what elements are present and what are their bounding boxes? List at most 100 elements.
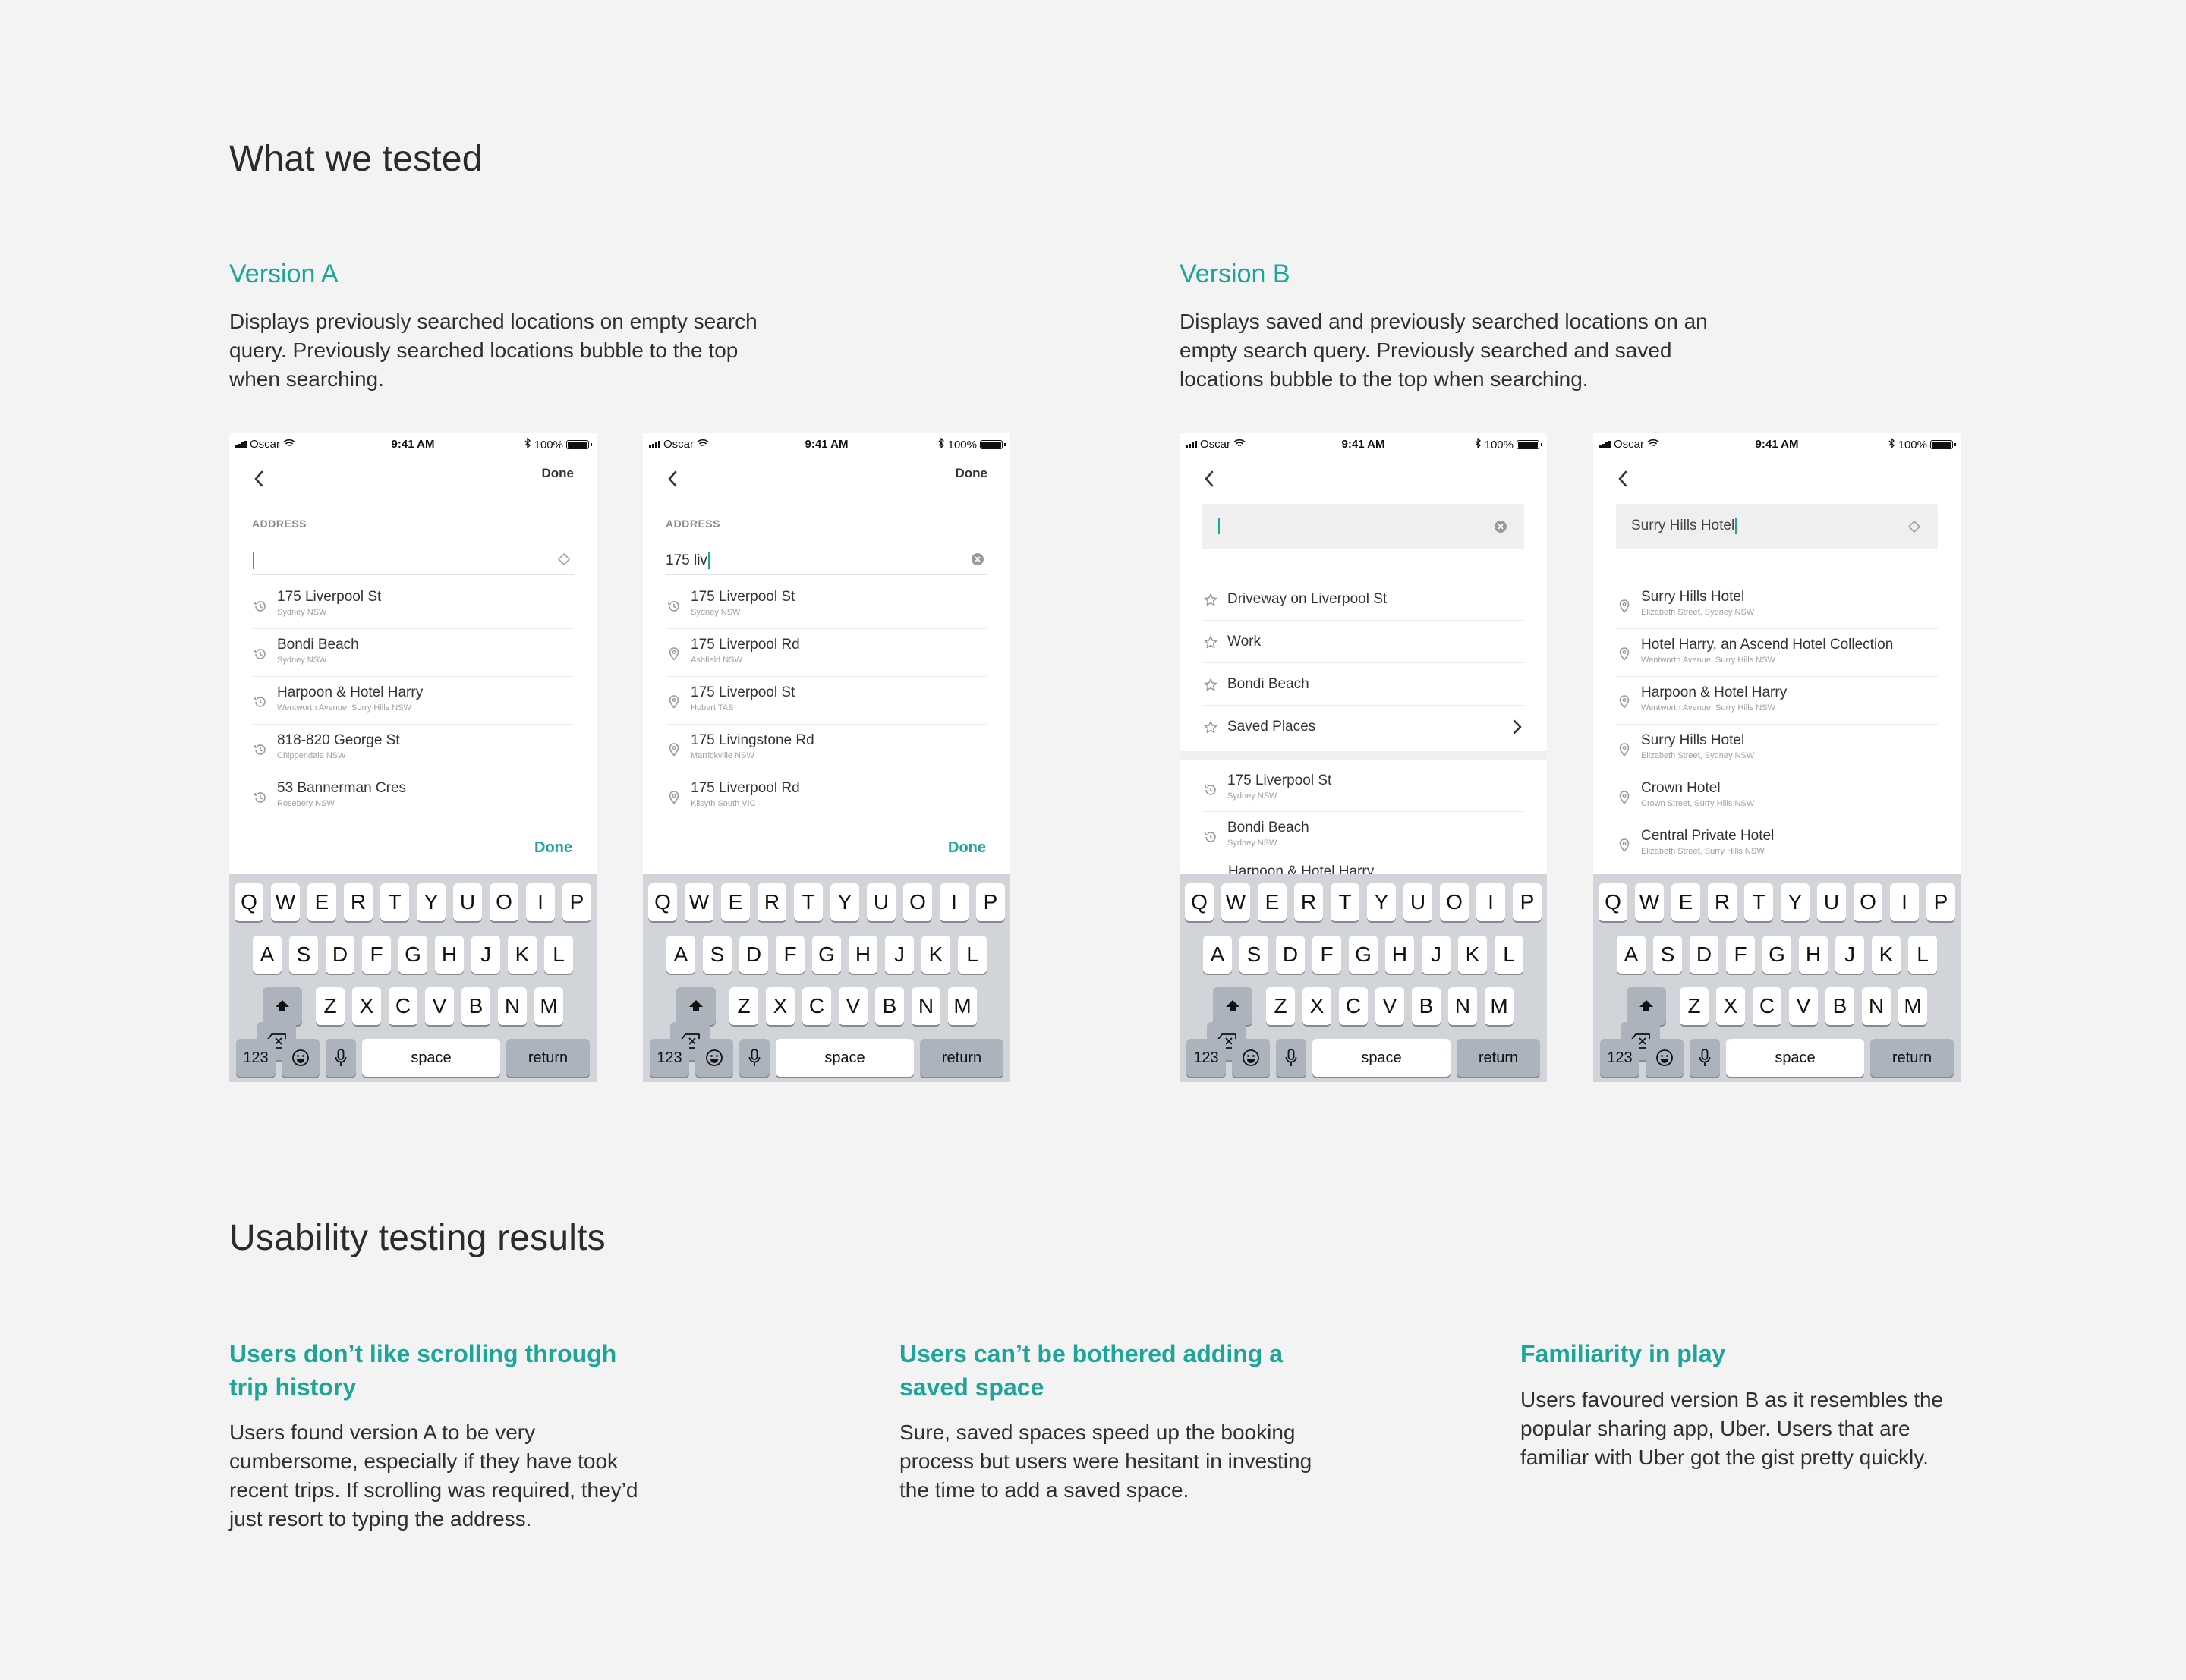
key-letter[interactable]: M bbox=[1485, 987, 1514, 1025]
key-letter[interactable]: O bbox=[1440, 883, 1469, 921]
return-key[interactable]: return bbox=[1870, 1039, 1954, 1077]
list-item[interactable]: 818-820 George St Chippendale NSW bbox=[252, 725, 574, 772]
key-letter[interactable]: P bbox=[976, 883, 1005, 921]
space-key[interactable]: space bbox=[1312, 1039, 1451, 1077]
key-letter[interactable]: U bbox=[1403, 883, 1432, 921]
numbers-key[interactable]: 123 bbox=[1600, 1039, 1640, 1077]
key-letter[interactable]: I bbox=[1476, 883, 1505, 921]
key-letter[interactable]: I bbox=[940, 883, 969, 921]
key-letter[interactable]: R bbox=[758, 883, 786, 921]
space-key[interactable]: space bbox=[362, 1039, 500, 1077]
key-letter[interactable]: J bbox=[1422, 936, 1451, 974]
list-item[interactable]: 175 Liverpool St Sydney NSW bbox=[1202, 765, 1524, 812]
key-letter[interactable]: S bbox=[289, 936, 318, 974]
locate-icon[interactable] bbox=[556, 551, 572, 568]
key-letter[interactable]: V bbox=[839, 987, 868, 1025]
key-letter[interactable]: N bbox=[498, 987, 527, 1025]
key-letter[interactable]: K bbox=[921, 936, 950, 974]
search-input[interactable] bbox=[1202, 504, 1524, 549]
key-letter[interactable]: G bbox=[1762, 936, 1791, 974]
key-letter[interactable]: P bbox=[562, 883, 591, 921]
key-letter[interactable]: Z bbox=[316, 987, 345, 1025]
key-letter[interactable]: K bbox=[508, 936, 537, 974]
key-letter[interactable]: L bbox=[958, 936, 987, 974]
return-key[interactable]: return bbox=[920, 1039, 1003, 1077]
return-key[interactable]: return bbox=[1457, 1039, 1540, 1077]
key-letter[interactable]: M bbox=[1898, 987, 1927, 1025]
back-icon[interactable] bbox=[664, 467, 681, 490]
list-item[interactable]: 53 Bannerman Cres Rosebery NSW bbox=[252, 772, 574, 820]
key-letter[interactable]: K bbox=[1872, 936, 1901, 974]
list-item[interactable]: Surry Hills Hotel Elizabeth Street, Sydne… bbox=[1616, 725, 1938, 772]
key-letter[interactable]: G bbox=[398, 936, 427, 974]
key-letter[interactable]: R bbox=[344, 883, 373, 921]
list-item[interactable]: 175 Liverpool Rd Kilsyth South VIC bbox=[666, 772, 987, 820]
key-letter[interactable]: I bbox=[1890, 883, 1919, 921]
key-letter[interactable]: Q bbox=[1599, 883, 1627, 921]
key-letter[interactable]: E bbox=[307, 883, 336, 921]
list-item[interactable]: 175 Liverpool Rd Ashfield NSW bbox=[666, 629, 987, 677]
key-letter[interactable]: H bbox=[435, 936, 464, 974]
key-letter[interactable]: F bbox=[1726, 936, 1755, 974]
key-letter[interactable]: F bbox=[776, 936, 805, 974]
key-letter[interactable]: S bbox=[703, 936, 732, 974]
dictation-key[interactable] bbox=[1276, 1039, 1306, 1077]
key-letter[interactable]: Y bbox=[417, 883, 446, 921]
key-letter[interactable]: N bbox=[1862, 987, 1891, 1025]
key-letter[interactable]: Q bbox=[235, 883, 263, 921]
list-item[interactable]: 175 Liverpool St Hobart TAS bbox=[666, 677, 987, 725]
key-letter[interactable]: K bbox=[1458, 936, 1487, 974]
key-letter[interactable]: W bbox=[685, 883, 713, 921]
key-letter[interactable]: H bbox=[1799, 936, 1828, 974]
back-icon[interactable] bbox=[1201, 467, 1217, 490]
key-letter[interactable]: L bbox=[1908, 936, 1937, 974]
key-letter[interactable]: M bbox=[534, 987, 563, 1025]
done-button[interactable]: Done bbox=[956, 466, 988, 481]
key-letter[interactable]: I bbox=[526, 883, 555, 921]
key-letter[interactable]: A bbox=[1203, 936, 1232, 974]
list-item[interactable]: Bondi Beach Sydney NSW bbox=[1202, 812, 1524, 859]
saved-item[interactable]: Driveway on Liverpool St bbox=[1202, 578, 1524, 621]
key-letter[interactable]: Q bbox=[648, 883, 677, 921]
key-letter[interactable]: H bbox=[849, 936, 877, 974]
key-letter[interactable]: A bbox=[253, 936, 282, 974]
key-letter[interactable]: H bbox=[1385, 936, 1414, 974]
key-letter[interactable]: G bbox=[812, 936, 841, 974]
key-letter[interactable]: C bbox=[1339, 987, 1368, 1025]
key-letter[interactable]: E bbox=[1671, 883, 1700, 921]
key-letter[interactable]: J bbox=[885, 936, 914, 974]
list-item[interactable]: 175 Livingstone Rd Marrickville NSW bbox=[666, 725, 987, 772]
space-key[interactable]: space bbox=[776, 1039, 914, 1077]
key-letter[interactable]: Y bbox=[830, 883, 859, 921]
clear-icon[interactable] bbox=[969, 551, 986, 568]
key-letter[interactable]: X bbox=[766, 987, 795, 1025]
key-letter[interactable]: X bbox=[352, 987, 381, 1025]
key-letter[interactable]: L bbox=[1495, 936, 1523, 974]
key-letter[interactable]: C bbox=[802, 987, 831, 1025]
shift-key[interactable] bbox=[1627, 987, 1666, 1025]
dictation-key[interactable] bbox=[739, 1039, 770, 1077]
key-letter[interactable]: E bbox=[1258, 883, 1287, 921]
back-icon[interactable] bbox=[250, 467, 267, 490]
numbers-key[interactable]: 123 bbox=[650, 1039, 689, 1077]
key-letter[interactable]: T bbox=[1744, 883, 1773, 921]
list-item[interactable]: Harpoon & Hotel Harry Wentworth Avenue, S… bbox=[1616, 677, 1938, 725]
emoji-key[interactable] bbox=[282, 1039, 320, 1077]
key-letter[interactable]: B bbox=[1825, 987, 1854, 1025]
key-letter[interactable]: Y bbox=[1781, 883, 1810, 921]
key-letter[interactable]: C bbox=[1753, 987, 1781, 1025]
key-letter[interactable]: U bbox=[867, 883, 896, 921]
list-item[interactable]: Surry Hills Hotel Elizabeth Street, Sydne… bbox=[1616, 581, 1938, 629]
key-letter[interactable]: G bbox=[1349, 936, 1378, 974]
saved-item[interactable]: Bondi Beach bbox=[1202, 663, 1524, 706]
key-letter[interactable]: X bbox=[1716, 987, 1745, 1025]
space-key[interactable]: space bbox=[1726, 1039, 1864, 1077]
list-item[interactable]: 175 Liverpool St Sydney NSW bbox=[666, 581, 987, 629]
key-letter[interactable]: M bbox=[948, 987, 977, 1025]
key-letter[interactable]: P bbox=[1926, 883, 1955, 921]
key-letter[interactable]: Z bbox=[1266, 987, 1295, 1025]
key-letter[interactable]: J bbox=[471, 936, 500, 974]
key-letter[interactable]: O bbox=[490, 883, 518, 921]
emoji-key[interactable] bbox=[1646, 1039, 1684, 1077]
key-letter[interactable]: U bbox=[1817, 883, 1846, 921]
